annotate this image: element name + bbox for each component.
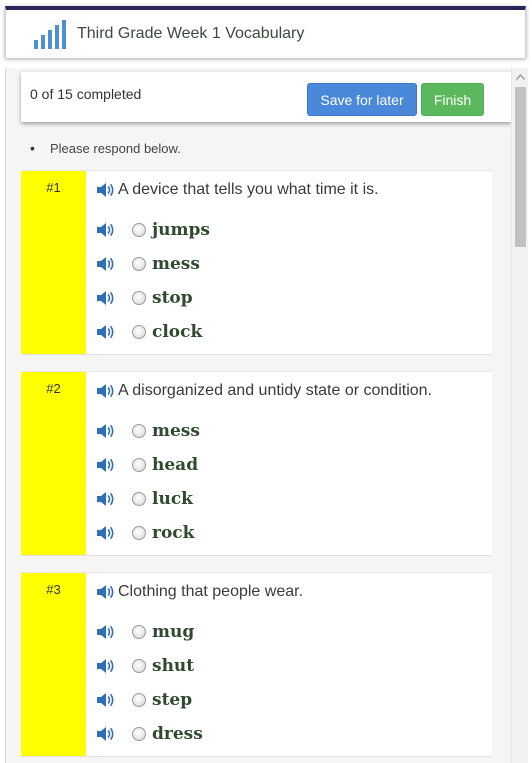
speaker-icon[interactable] — [96, 422, 116, 440]
speaker-icon[interactable] — [96, 181, 116, 199]
question-prompt-text: Clothing that people wear. — [118, 583, 304, 600]
answer-radio[interactable] — [132, 325, 146, 339]
answer-option[interactable]: dress — [96, 721, 203, 747]
speaker-icon[interactable] — [96, 255, 116, 273]
answer-option[interactable]: mug — [96, 619, 194, 645]
question-number: #3 — [46, 582, 61, 597]
scrollbar[interactable] — [511, 68, 528, 763]
question-number: #2 — [46, 381, 61, 396]
answer-option-label: step — [152, 690, 193, 710]
answer-radio[interactable] — [132, 458, 146, 472]
answer-radio[interactable] — [132, 526, 146, 540]
answer-option-label: luck — [152, 489, 193, 509]
answer-option-label: rock — [152, 523, 195, 543]
answer-radio[interactable] — [132, 625, 146, 639]
progress-status: 0 of 15 completed — [30, 86, 142, 102]
speaker-icon[interactable] — [96, 221, 116, 239]
speaker-icon[interactable] — [96, 725, 116, 743]
question-prompt: A device that tells you what time it is. — [96, 181, 379, 199]
answer-radio[interactable] — [132, 693, 146, 707]
answer-option-label: shut — [152, 656, 195, 676]
answer-option[interactable]: jumps — [96, 217, 210, 243]
answer-option[interactable]: mess — [96, 251, 200, 277]
answer-option-label: stop — [152, 288, 193, 308]
answer-option-label: mug — [152, 622, 195, 642]
answer-option[interactable]: stop — [96, 285, 193, 311]
question-number: #1 — [46, 180, 61, 195]
finish-button[interactable]: Finish — [421, 83, 484, 116]
question-prompt: A disorganized and untidy state or condi… — [96, 382, 432, 400]
bar-chart-logo-icon — [34, 20, 66, 49]
bullet-icon: • — [30, 140, 35, 156]
answer-option-label: clock — [152, 322, 203, 342]
answer-option[interactable]: step — [96, 687, 192, 713]
instructions-text: Please respond below. — [50, 141, 181, 156]
instructions: • Please respond below. — [30, 140, 181, 156]
app-header: Third Grade Week 1 Vocabulary — [5, 6, 526, 58]
question-card: #2 A disorganized and untidy state or con… — [21, 371, 492, 556]
speaker-icon[interactable] — [96, 657, 116, 675]
answer-option[interactable]: shut — [96, 653, 194, 679]
question-number-panel: #2 — [21, 372, 86, 555]
answer-radio[interactable] — [132, 291, 146, 305]
speaker-icon[interactable] — [96, 583, 116, 601]
question-prompt-text: A disorganized and untidy state or condi… — [118, 382, 432, 399]
answer-option-label: mess — [152, 254, 200, 274]
speaker-icon[interactable] — [96, 382, 116, 400]
scroll-up-arrow-icon[interactable] — [512, 68, 528, 85]
answer-option[interactable]: mess — [96, 418, 200, 444]
answer-radio[interactable] — [132, 257, 146, 271]
speaker-icon[interactable] — [96, 490, 116, 508]
answer-option[interactable]: head — [96, 452, 198, 478]
question-card: #3 Clothing that people wear. mug shut step d… — [21, 572, 492, 757]
quiz-frame: 0 of 15 completed Save for later Finish … — [5, 68, 528, 763]
answer-radio[interactable] — [132, 492, 146, 506]
answer-radio[interactable] — [132, 424, 146, 438]
answer-option[interactable]: rock — [96, 520, 194, 546]
question-prompt: Clothing that people wear. — [96, 583, 303, 601]
question-number-panel: #3 — [21, 573, 86, 756]
answer-radio[interactable] — [132, 727, 146, 741]
question-number-panel: #1 — [21, 171, 86, 354]
speaker-icon[interactable] — [96, 691, 116, 709]
answer-option-label: jumps — [152, 220, 210, 240]
answer-option[interactable]: luck — [96, 486, 193, 512]
speaker-icon[interactable] — [96, 456, 116, 474]
speaker-icon[interactable] — [96, 623, 116, 641]
scrollbar-thumb[interactable] — [515, 87, 526, 247]
answer-option[interactable]: clock — [96, 319, 202, 345]
answer-option-label: head — [152, 455, 199, 475]
speaker-icon[interactable] — [96, 289, 116, 307]
save-for-later-button[interactable]: Save for later — [307, 83, 417, 116]
page-title: Third Grade Week 1 Vocabulary — [77, 25, 305, 42]
answer-radio[interactable] — [132, 659, 146, 673]
question-card: #1 A device that tells you what time it i… — [21, 170, 492, 355]
progress-toolbar: 0 of 15 completed Save for later Finish — [21, 72, 511, 122]
speaker-icon[interactable] — [96, 323, 116, 341]
answer-radio[interactable] — [132, 223, 146, 237]
question-prompt-text: A device that tells you what time it is. — [118, 181, 379, 198]
answer-option-label: mess — [152, 421, 200, 441]
answer-option-label: dress — [152, 724, 203, 744]
speaker-icon[interactable] — [96, 524, 116, 542]
